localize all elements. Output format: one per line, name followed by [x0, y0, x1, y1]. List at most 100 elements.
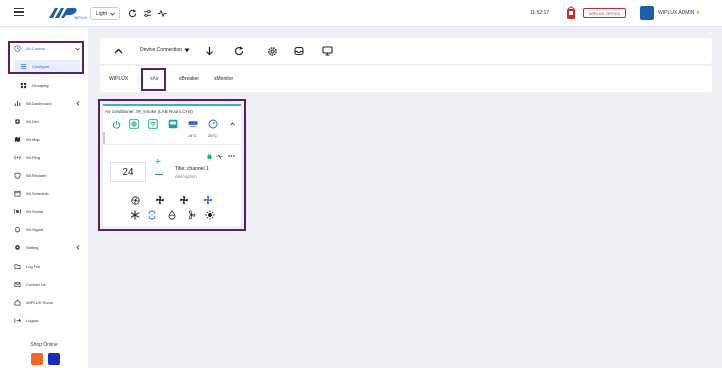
sidebar-item-label: Wi-Control [26, 46, 45, 51]
sidebar-item-wi-sense[interactable]: Wi-Sense [14, 208, 80, 215]
tab-wiplux[interactable]: WIPLUX [109, 76, 128, 82]
device-tabs: WIPLUX sAir sBreaker sMonitor [100, 66, 712, 92]
sidebar-item-grouping[interactable]: Grouping [20, 82, 78, 89]
refresh-button[interactable] [233, 45, 245, 57]
refresh-icon[interactable] [126, 7, 138, 19]
sidebar-item-label: Wi-Map [26, 137, 40, 142]
channel-title: Title: channel 1 [175, 166, 209, 172]
device-connection-select[interactable]: Device Connection [140, 47, 190, 53]
fan-low-icon [155, 195, 165, 205]
pulse-icon[interactable] [215, 153, 223, 159]
sidebar-item-label: Wi-Dashboard [26, 101, 52, 106]
power-button[interactable] [111, 119, 121, 129]
fan-high-button[interactable] [203, 195, 213, 205]
temperature-value: 24 [122, 166, 134, 178]
pulse-icon[interactable] [156, 7, 168, 19]
auto-mode-button[interactable]: A [147, 210, 157, 220]
more-options-icon[interactable] [227, 153, 235, 159]
sidebar-item-configure[interactable]: Configure [20, 63, 78, 70]
fan-circle-icon [130, 195, 140, 205]
sidebar-item-logout[interactable]: Logout [14, 317, 80, 324]
sidebar-item-label: Wi-Sense [26, 209, 44, 214]
user-label: WIPLUX ADMIN [658, 10, 695, 16]
sun-icon [205, 210, 215, 220]
sidebar-item-log-file[interactable]: Log File [14, 263, 80, 270]
card-scroll-handle[interactable] [103, 132, 105, 144]
fan-auto-button[interactable] [130, 195, 140, 205]
ac-unit-button[interactable] [188, 119, 198, 129]
theme-select[interactable]: Light [90, 7, 120, 20]
snowflake-icon [130, 210, 140, 220]
bar-chart-icon [14, 100, 21, 107]
download-button[interactable] [203, 45, 215, 57]
decrease-temp-button[interactable] [155, 174, 163, 176]
tab-sbreaker[interactable]: sBreaker [179, 76, 199, 82]
fan-medium-button[interactable] [179, 195, 189, 205]
logout-icon [14, 318, 21, 323]
chevron-left-icon [76, 245, 80, 250]
sidebar-item-label: Logout [26, 318, 39, 323]
wifi-box-icon [148, 119, 158, 129]
sidebar-item-wiplux-room[interactable]: WIPLUX Room [14, 299, 80, 306]
lock-icon[interactable] [206, 153, 212, 159]
sidebar-item-wi-dev[interactable]: Wi-Dev [14, 118, 80, 125]
fan-only-mode-button[interactable] [186, 210, 196, 220]
collapse-card-button[interactable] [227, 119, 237, 129]
shop-online-label: Shop Online [30, 342, 58, 348]
sidebar-item-contact-us[interactable]: Contact Us [14, 281, 80, 288]
shield-icon [14, 172, 21, 179]
avatar[interactable] [640, 6, 654, 20]
wifi-mode-button[interactable] [148, 119, 158, 129]
temperature-display: 24 [110, 162, 146, 182]
gear-icon [15, 245, 20, 250]
air-conditioner-card: Air conditioner: IR_smoke (LAB Room,CH4)… [103, 104, 241, 226]
ac-display-icon [168, 119, 178, 129]
monitor-button[interactable] [321, 45, 333, 57]
home-icon [14, 299, 21, 306]
heat-mode-button[interactable] [205, 210, 215, 220]
sidebar-item-wi-map[interactable]: Wi-Map [14, 136, 80, 143]
card-divider [103, 144, 241, 145]
sidebar-item-label: Log File [26, 264, 41, 269]
sidebar-item-wi-ping[interactable]: Wi-Ping [14, 154, 80, 161]
shop-shopee-icon[interactable] [31, 353, 43, 365]
settings-button[interactable] [266, 45, 278, 57]
sidebar-item-wi-control[interactable]: Wi-Control [14, 45, 80, 52]
drop-icon [168, 210, 176, 220]
tab-smonitor[interactable]: sMonitor [214, 76, 233, 82]
increase-temp-button[interactable]: + [155, 157, 161, 168]
device-connection-label: Device Connection [140, 47, 182, 53]
office-select-button[interactable]: WIPLUX OFFICE [583, 8, 627, 18]
dry-mode-button[interactable] [167, 210, 177, 220]
collapse-up-button[interactable] [112, 45, 124, 57]
sidebar-item-wi-schedule[interactable]: Wi-Schedule [14, 190, 80, 197]
user-name[interactable]: WIPLUX ADMIN ♛ [658, 10, 700, 16]
power-icon [112, 120, 120, 129]
tab-highlight-box [141, 68, 166, 91]
thermostat-button[interactable] [208, 119, 218, 129]
mail-icon [14, 282, 21, 288]
set-temp-low: 24°C [188, 133, 197, 138]
sidebar-item-label: Setting [26, 245, 39, 250]
menu-icon[interactable] [14, 8, 24, 16]
grid-icon [20, 82, 27, 89]
sidebar-item-wi-reclaim[interactable]: Wi-Reclaim [14, 172, 80, 179]
sidebar-item-wi-signal[interactable]: Wi-Signal [14, 226, 80, 233]
sidebar-item-setting[interactable]: Setting [14, 244, 80, 251]
theme-label: Light [96, 10, 107, 17]
inbox-button[interactable] [293, 45, 305, 57]
fan-low-button[interactable] [155, 195, 165, 205]
gauge-icon [208, 119, 218, 129]
folder-icon [14, 264, 21, 270]
sidebar-item-label: Wi-Reclaim [26, 173, 47, 178]
shop-lazada-icon[interactable] [48, 353, 60, 365]
fan-mode-button[interactable] [129, 119, 139, 129]
svg-text:A: A [151, 213, 153, 217]
fan-high-icon [203, 195, 213, 205]
channel-description: description [175, 174, 197, 179]
display-mode-button[interactable] [168, 119, 178, 129]
device-toolbar: Device Connection [100, 38, 712, 64]
cool-mode-button[interactable] [130, 210, 140, 220]
filter-sliders-icon[interactable] [141, 7, 153, 19]
sidebar-item-wi-dashboard[interactable]: Wi-Dashboard [14, 100, 80, 107]
